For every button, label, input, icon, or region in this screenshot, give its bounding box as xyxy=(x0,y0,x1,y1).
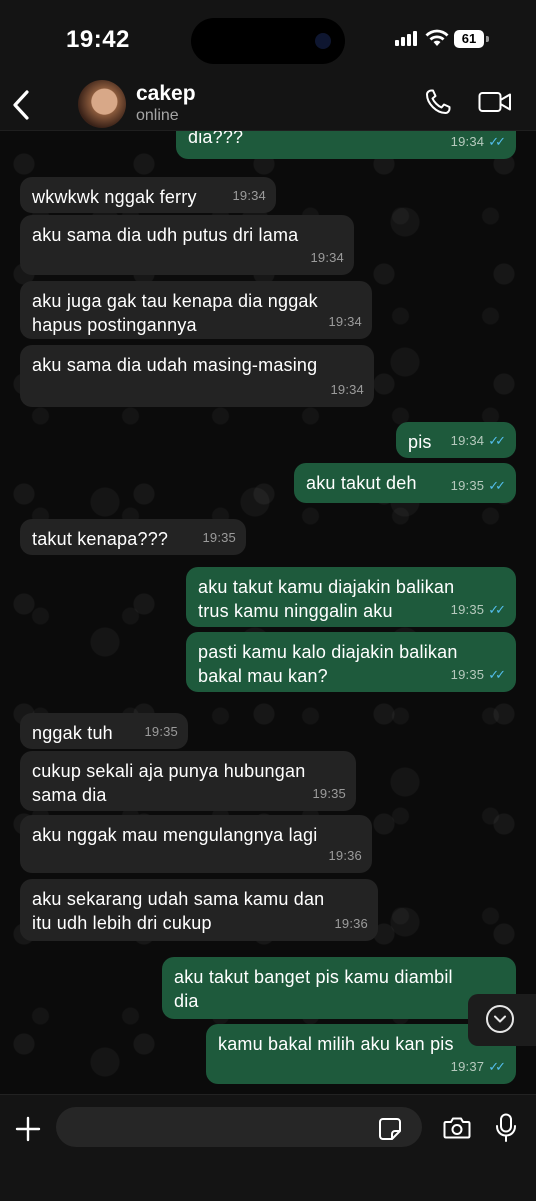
phone-call-icon[interactable] xyxy=(424,88,452,116)
plus-icon[interactable] xyxy=(14,1115,42,1143)
message-time: 19:34 xyxy=(310,250,344,265)
outgoing-message-bubble[interactable]: aku takut deh 19:35 ✓✓ xyxy=(294,463,516,503)
message-meta: 19:35 xyxy=(144,720,178,744)
read-receipt-icon: ✓✓ xyxy=(488,433,506,448)
message-time: 19:34 xyxy=(232,188,266,203)
message-text: wkwkwk nggak ferry xyxy=(32,187,197,207)
message-text: aku takut banget pis kamu diambil dia xyxy=(174,967,453,1011)
message-time: 19:35 xyxy=(144,724,178,739)
message-time: 19:36 xyxy=(328,848,362,863)
incoming-message-bubble[interactable]: aku juga gak tau kenapa dia nggak hapus … xyxy=(20,281,372,339)
scroll-to-bottom-button[interactable] xyxy=(468,994,536,1046)
message-time: 19:35 xyxy=(450,478,485,493)
incoming-message-bubble[interactable]: cukup sekali aja punya hubungan sama dia… xyxy=(20,751,356,811)
message-meta: 19:37 ✓✓ xyxy=(451,1055,506,1079)
message-meta: 19:34 xyxy=(330,378,364,402)
message-meta: 19:34 ✓✓ xyxy=(451,429,506,453)
message-meta: 19:34 ✓✓ xyxy=(451,131,506,154)
sticker-icon[interactable] xyxy=(378,1117,402,1141)
message-time: 19:34 xyxy=(330,382,364,397)
message-text: aku sama dia udh putus dri lama xyxy=(32,225,299,245)
cellular-signal-icon xyxy=(395,31,417,46)
incoming-message-bubble[interactable]: aku sama dia udh putus dri lama 19:34 xyxy=(20,215,354,275)
message-time: 19:36 xyxy=(334,916,368,931)
incoming-message-bubble[interactable]: takut kenapa??? 19:35 xyxy=(20,519,246,555)
read-receipt-icon: ✓✓ xyxy=(488,134,506,149)
message-text: cukup sekali aja punya hubungan sama dia xyxy=(32,761,306,805)
message-list[interactable]: dia??? 19:34 ✓✓ wkwkwk nggak ferry 19:34 aku … xyxy=(0,131,536,1094)
message-time: 19:34 xyxy=(328,314,362,329)
dynamic-island xyxy=(191,18,345,64)
message-text: kamu bakal milih aku kan pis xyxy=(218,1034,454,1054)
contact-avatar[interactable] xyxy=(78,80,126,128)
microphone-icon[interactable] xyxy=(495,1113,517,1143)
camera-dot-icon xyxy=(315,33,331,49)
outgoing-message-bubble[interactable]: pasti kamu kalo diajakin balikan bakal m… xyxy=(186,632,516,692)
message-time: 19:35 xyxy=(202,530,236,545)
outgoing-message-bubble[interactable]: pis 19:34 ✓✓ xyxy=(396,422,516,458)
chat-header: cakep online xyxy=(0,78,536,131)
message-meta: 19:35 ✓✓ xyxy=(451,663,506,687)
message-time: 19:34 xyxy=(450,134,485,149)
incoming-message-bubble[interactable]: aku sama dia udah masing-masing 19:34 xyxy=(20,345,374,407)
outgoing-message-bubble[interactable]: aku takut kamu diajakin balikan trus kam… xyxy=(186,567,516,627)
battery-nub xyxy=(486,36,489,42)
message-input[interactable] xyxy=(56,1107,422,1147)
message-time: 19:35 xyxy=(450,602,485,617)
message-text: aku juga gak tau kenapa dia nggak hapus … xyxy=(32,291,318,335)
message-time: 19:34 xyxy=(450,433,485,448)
message-text: aku sama dia udah masing-masing xyxy=(32,355,318,375)
message-meta: 19:35 xyxy=(312,782,346,806)
incoming-message-bubble[interactable]: nggak tuh 19:35 xyxy=(20,713,188,749)
message-meta: 19:36 xyxy=(328,844,362,868)
battery-indicator: 61 xyxy=(454,30,484,48)
message-text: aku nggak mau mengulangnya lagi xyxy=(32,825,318,845)
incoming-message-bubble[interactable]: aku sekarang udah sama kamu dan itu udh … xyxy=(20,879,378,941)
read-receipt-icon: ✓✓ xyxy=(488,602,506,617)
contact-name[interactable]: cakep xyxy=(136,82,196,106)
read-receipt-icon: ✓✓ xyxy=(488,478,506,493)
back-chevron-icon[interactable] xyxy=(10,88,32,122)
camera-icon[interactable] xyxy=(443,1116,471,1140)
message-composer xyxy=(0,1094,536,1201)
message-time: 19:35 xyxy=(312,786,346,801)
outgoing-message-bubble[interactable]: aku takut banget pis kamu diambil dia19:… xyxy=(162,957,516,1019)
outgoing-message-bubble[interactable]: dia??? 19:34 ✓✓ xyxy=(176,131,516,159)
message-meta: 19:35 ✓✓ xyxy=(451,598,506,622)
contact-status: online xyxy=(136,107,179,124)
message-meta: 19:34 xyxy=(232,184,266,208)
chevron-down-icon xyxy=(486,1005,514,1033)
message-meta: 19:34 xyxy=(328,310,362,334)
read-receipt-icon: ✓✓ xyxy=(488,667,506,682)
message-time: 19:37 xyxy=(450,1059,485,1074)
message-time: 19:35 xyxy=(450,667,485,682)
status-bar: 19:42 61 xyxy=(0,0,536,78)
message-meta: 19:34 xyxy=(310,246,344,270)
incoming-message-bubble[interactable]: aku nggak mau mengulangnya lagi 19:36 xyxy=(20,815,372,873)
video-call-icon[interactable] xyxy=(478,90,512,114)
incoming-message-bubble[interactable]: wkwkwk nggak ferry 19:34 xyxy=(20,177,276,213)
read-receipt-icon: ✓✓ xyxy=(488,1059,506,1074)
message-meta: 19:35 ✓✓ xyxy=(451,474,506,498)
wifi-icon xyxy=(425,29,449,46)
message-meta: 19:36 xyxy=(334,912,368,936)
status-time: 19:42 xyxy=(66,26,130,53)
message-text: aku sekarang udah sama kamu dan itu udh … xyxy=(32,889,325,933)
message-meta: 19:35 xyxy=(202,526,236,550)
